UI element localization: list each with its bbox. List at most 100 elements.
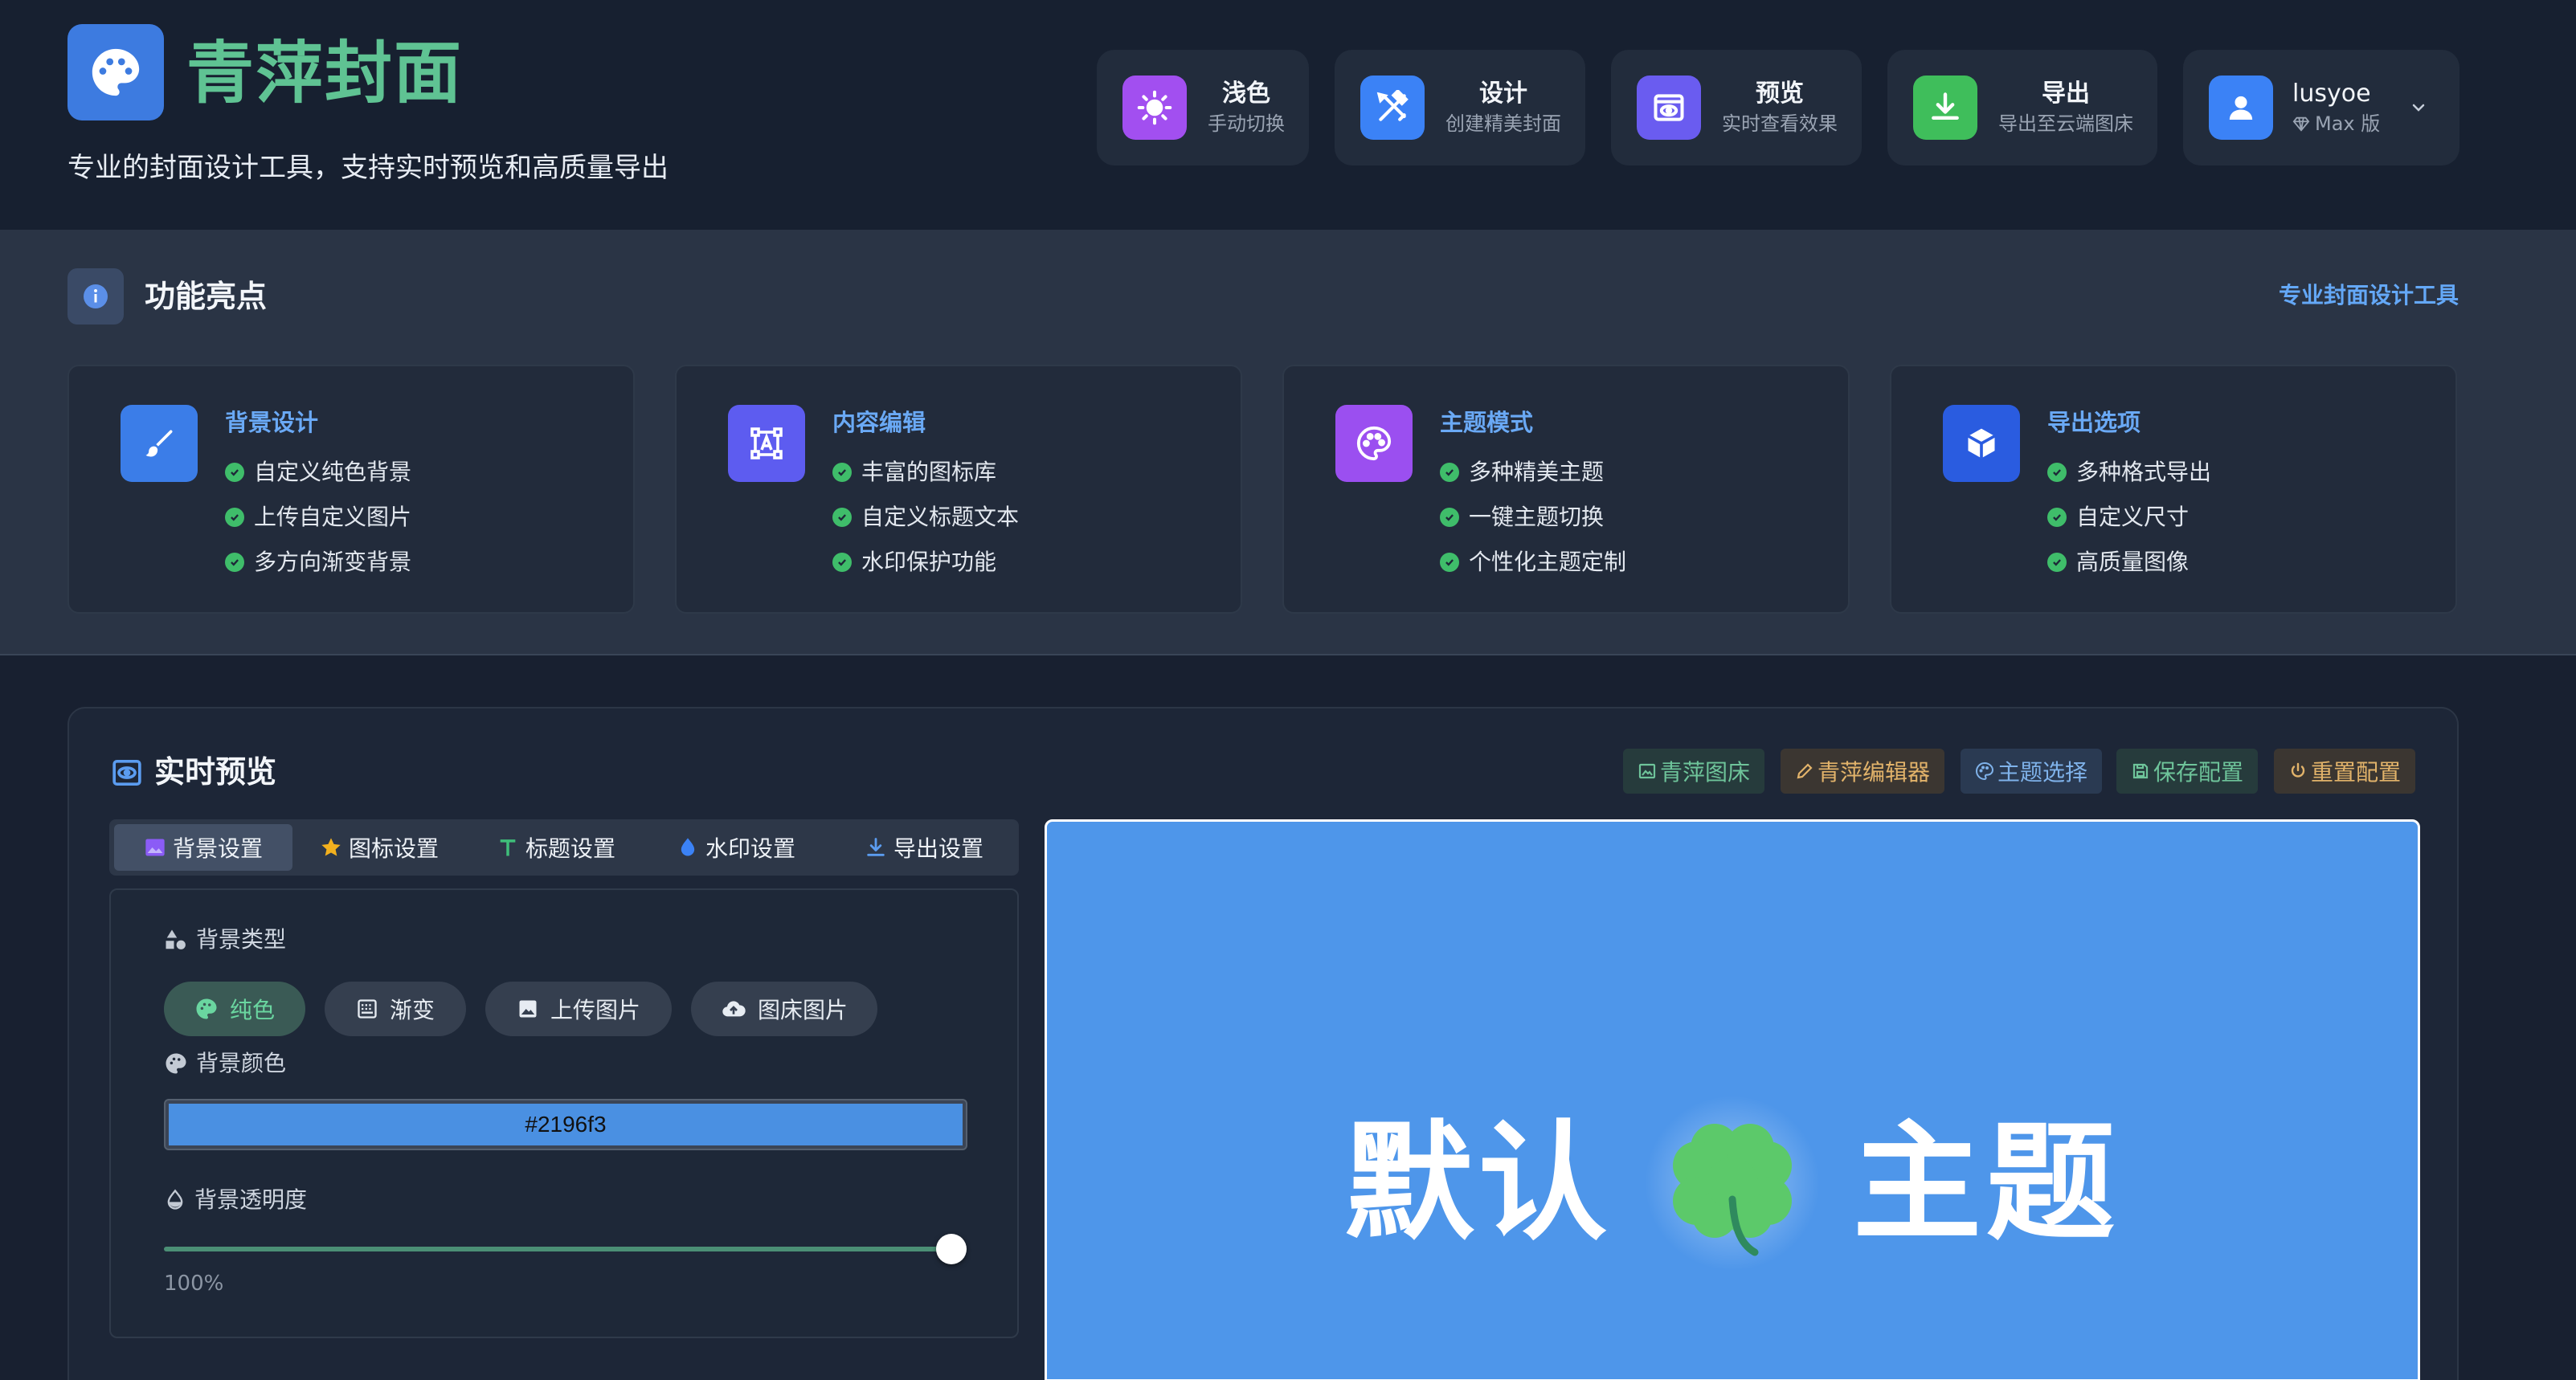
image-icon <box>1638 763 1656 779</box>
water-drop-icon <box>681 838 695 856</box>
design-title: 设计 <box>1479 80 1527 108</box>
bg-type-label: 背景类型 <box>164 924 286 956</box>
paint-brush-icon <box>121 405 198 482</box>
bg-type-upload[interactable]: 上传图片 <box>485 982 672 1036</box>
image-fill-icon <box>145 839 165 856</box>
feature-item: 多种精美主题 <box>1440 450 1626 495</box>
preview-title: 预览 <box>1756 80 1804 108</box>
download-icon <box>867 838 885 856</box>
bg-opacity-label: 背景透明度 <box>164 1184 307 1216</box>
feature-card-title: 背景设计 <box>225 409 319 436</box>
palette-icon <box>166 1053 186 1074</box>
check-circle-icon <box>225 463 244 482</box>
export-button[interactable]: 导出 导出至云端图床 <box>1887 50 2157 165</box>
theme-select-button[interactable]: 主题选择 <box>1961 749 2103 794</box>
feature-card-theme: 主题模式 多种精美主题 一键主题切换 个性化主题定制 <box>1282 365 1850 614</box>
palette-icon <box>1975 761 1994 781</box>
opacity-drop-icon <box>167 1189 183 1210</box>
feature-item: 上传自定义图片 <box>225 495 411 540</box>
settings-tabbar: 背景设置 图标设置 标题设置 水印设置 导出设置 <box>109 819 1019 876</box>
user-plan: Max 版 <box>2315 112 2381 135</box>
pencil-icon <box>1797 763 1813 779</box>
gradient-icon <box>358 999 377 1019</box>
theme-toggle-button[interactable]: 浅色 手动切换 <box>1097 50 1309 165</box>
features-title: 功能亮点 <box>145 279 268 314</box>
check-circle-icon <box>1440 508 1459 527</box>
bg-type-solid[interactable]: 纯色 <box>164 982 305 1036</box>
feature-item: 一键主题切换 <box>1440 495 1626 540</box>
features-section: 功能亮点 专业封面设计工具 背景设计 自定义纯色背景 上传自定义图片 多方向渐变… <box>0 230 2576 655</box>
cube-icon <box>1943 405 2020 482</box>
shapes-icon <box>166 929 186 949</box>
user-menu-button[interactable]: lusyoe Max 版 <box>2183 50 2459 165</box>
tab-title[interactable]: 标题设置 <box>476 824 636 871</box>
bg-type-image-host[interactable]: 图床图片 <box>691 982 877 1036</box>
save-config-button[interactable]: 保存配置 <box>2116 749 2259 794</box>
power-reset-icon <box>2291 762 2305 778</box>
star-icon <box>321 838 341 856</box>
feature-item: 高质量图像 <box>2047 540 2211 585</box>
tab-background[interactable]: 背景设置 <box>114 824 292 871</box>
download-icon <box>1913 76 1977 140</box>
bg-opacity-slider-track[interactable] <box>164 1247 951 1251</box>
feature-item: 多种格式导出 <box>2047 450 2211 495</box>
preview-title: 实时预览 <box>154 754 277 790</box>
preview-eye-icon <box>112 760 141 786</box>
features-link[interactable]: 专业封面设计工具 <box>2279 280 2459 312</box>
bg-type-gradient[interactable]: 渐变 <box>325 982 466 1036</box>
bg-color-picker[interactable]: #2196f3 <box>164 1099 967 1150</box>
reset-config-button[interactable]: 重置配置 <box>2274 749 2416 794</box>
palette-logo-icon <box>67 24 164 120</box>
app-subtitle: 专业的封面设计工具，支持实时预览和高质量导出 <box>67 152 669 184</box>
text-frame-icon <box>728 405 805 482</box>
palette-icon <box>196 998 217 1019</box>
feature-card-title: 导出选项 <box>2047 409 2141 436</box>
cover-title-right: 主题 <box>1853 1108 2120 1258</box>
preview-window-icon <box>1637 76 1701 140</box>
text-t-icon <box>500 839 516 856</box>
feature-item: 多方向渐变背景 <box>225 540 411 585</box>
feature-item: 自定义标题文本 <box>832 495 1019 540</box>
cover-content: 默认 主题 <box>1047 1095 2418 1272</box>
design-sub: 创建精美封面 <box>1445 112 1561 135</box>
check-circle-icon <box>832 508 852 527</box>
preview-sub: 实时查看效果 <box>1722 112 1838 135</box>
check-circle-icon <box>2047 508 2067 527</box>
user-avatar-icon <box>2209 76 2273 140</box>
save-icon <box>2132 763 2149 779</box>
design-button[interactable]: 设计 创建精美封面 <box>1335 50 1585 165</box>
app-header: 青萍封面 专业的封面设计工具，支持实时预览和高质量导出 浅色 手动切换 设计创建精… <box>0 0 2576 230</box>
image-icon <box>519 1000 537 1018</box>
sun-icon <box>1122 76 1187 140</box>
tab-export[interactable]: 导出设置 <box>836 824 1012 871</box>
bg-opacity-value: 100% <box>164 1272 224 1296</box>
check-circle-icon <box>1440 553 1459 572</box>
feature-item: 个性化主题定制 <box>1440 540 1626 585</box>
check-circle-icon <box>225 553 244 572</box>
feature-card-content: 内容编辑 丰富的图标库 自定义标题文本 水印保护功能 <box>675 365 1242 614</box>
check-circle-icon <box>1440 463 1459 482</box>
tab-watermark[interactable]: 水印设置 <box>656 824 816 871</box>
feature-item: 丰富的图标库 <box>832 450 1019 495</box>
four-leaf-clover-icon <box>1644 1095 1821 1272</box>
image-host-button[interactable]: 青萍图床 <box>1623 749 1765 794</box>
editor-button[interactable]: 青萍编辑器 <box>1781 749 1945 794</box>
feature-card-background: 背景设计 自定义纯色背景 上传自定义图片 多方向渐变背景 <box>67 365 635 614</box>
app-title: 青萍封面 <box>186 34 464 112</box>
info-icon <box>67 268 124 325</box>
feature-card-export: 导出选项 多种格式导出 自定义尺寸 高质量图像 <box>1890 365 2457 614</box>
tab-icon[interactable]: 图标设置 <box>299 824 460 871</box>
cover-title-left: 默认 <box>1344 1108 1612 1258</box>
feature-item: 自定义尺寸 <box>2047 495 2211 540</box>
bg-color-value: #2196f3 <box>169 1104 963 1145</box>
feature-item: 自定义纯色背景 <box>225 450 411 495</box>
preview-button[interactable]: 预览 实时查看效果 <box>1611 50 1862 165</box>
theme-toggle-sub: 手动切换 <box>1208 112 1285 135</box>
check-circle-icon <box>832 553 852 572</box>
diamond-icon <box>2292 116 2310 132</box>
background-settings-panel: 背景类型 纯色 渐变 上传图片 图床图片 背景颜色 #2196f3 背景透明度 <box>109 888 1019 1338</box>
bg-opacity-slider-handle[interactable] <box>936 1234 967 1264</box>
feature-card-title: 主题模式 <box>1440 409 1534 436</box>
check-circle-icon <box>2047 553 2067 572</box>
design-tools-icon <box>1360 76 1425 140</box>
